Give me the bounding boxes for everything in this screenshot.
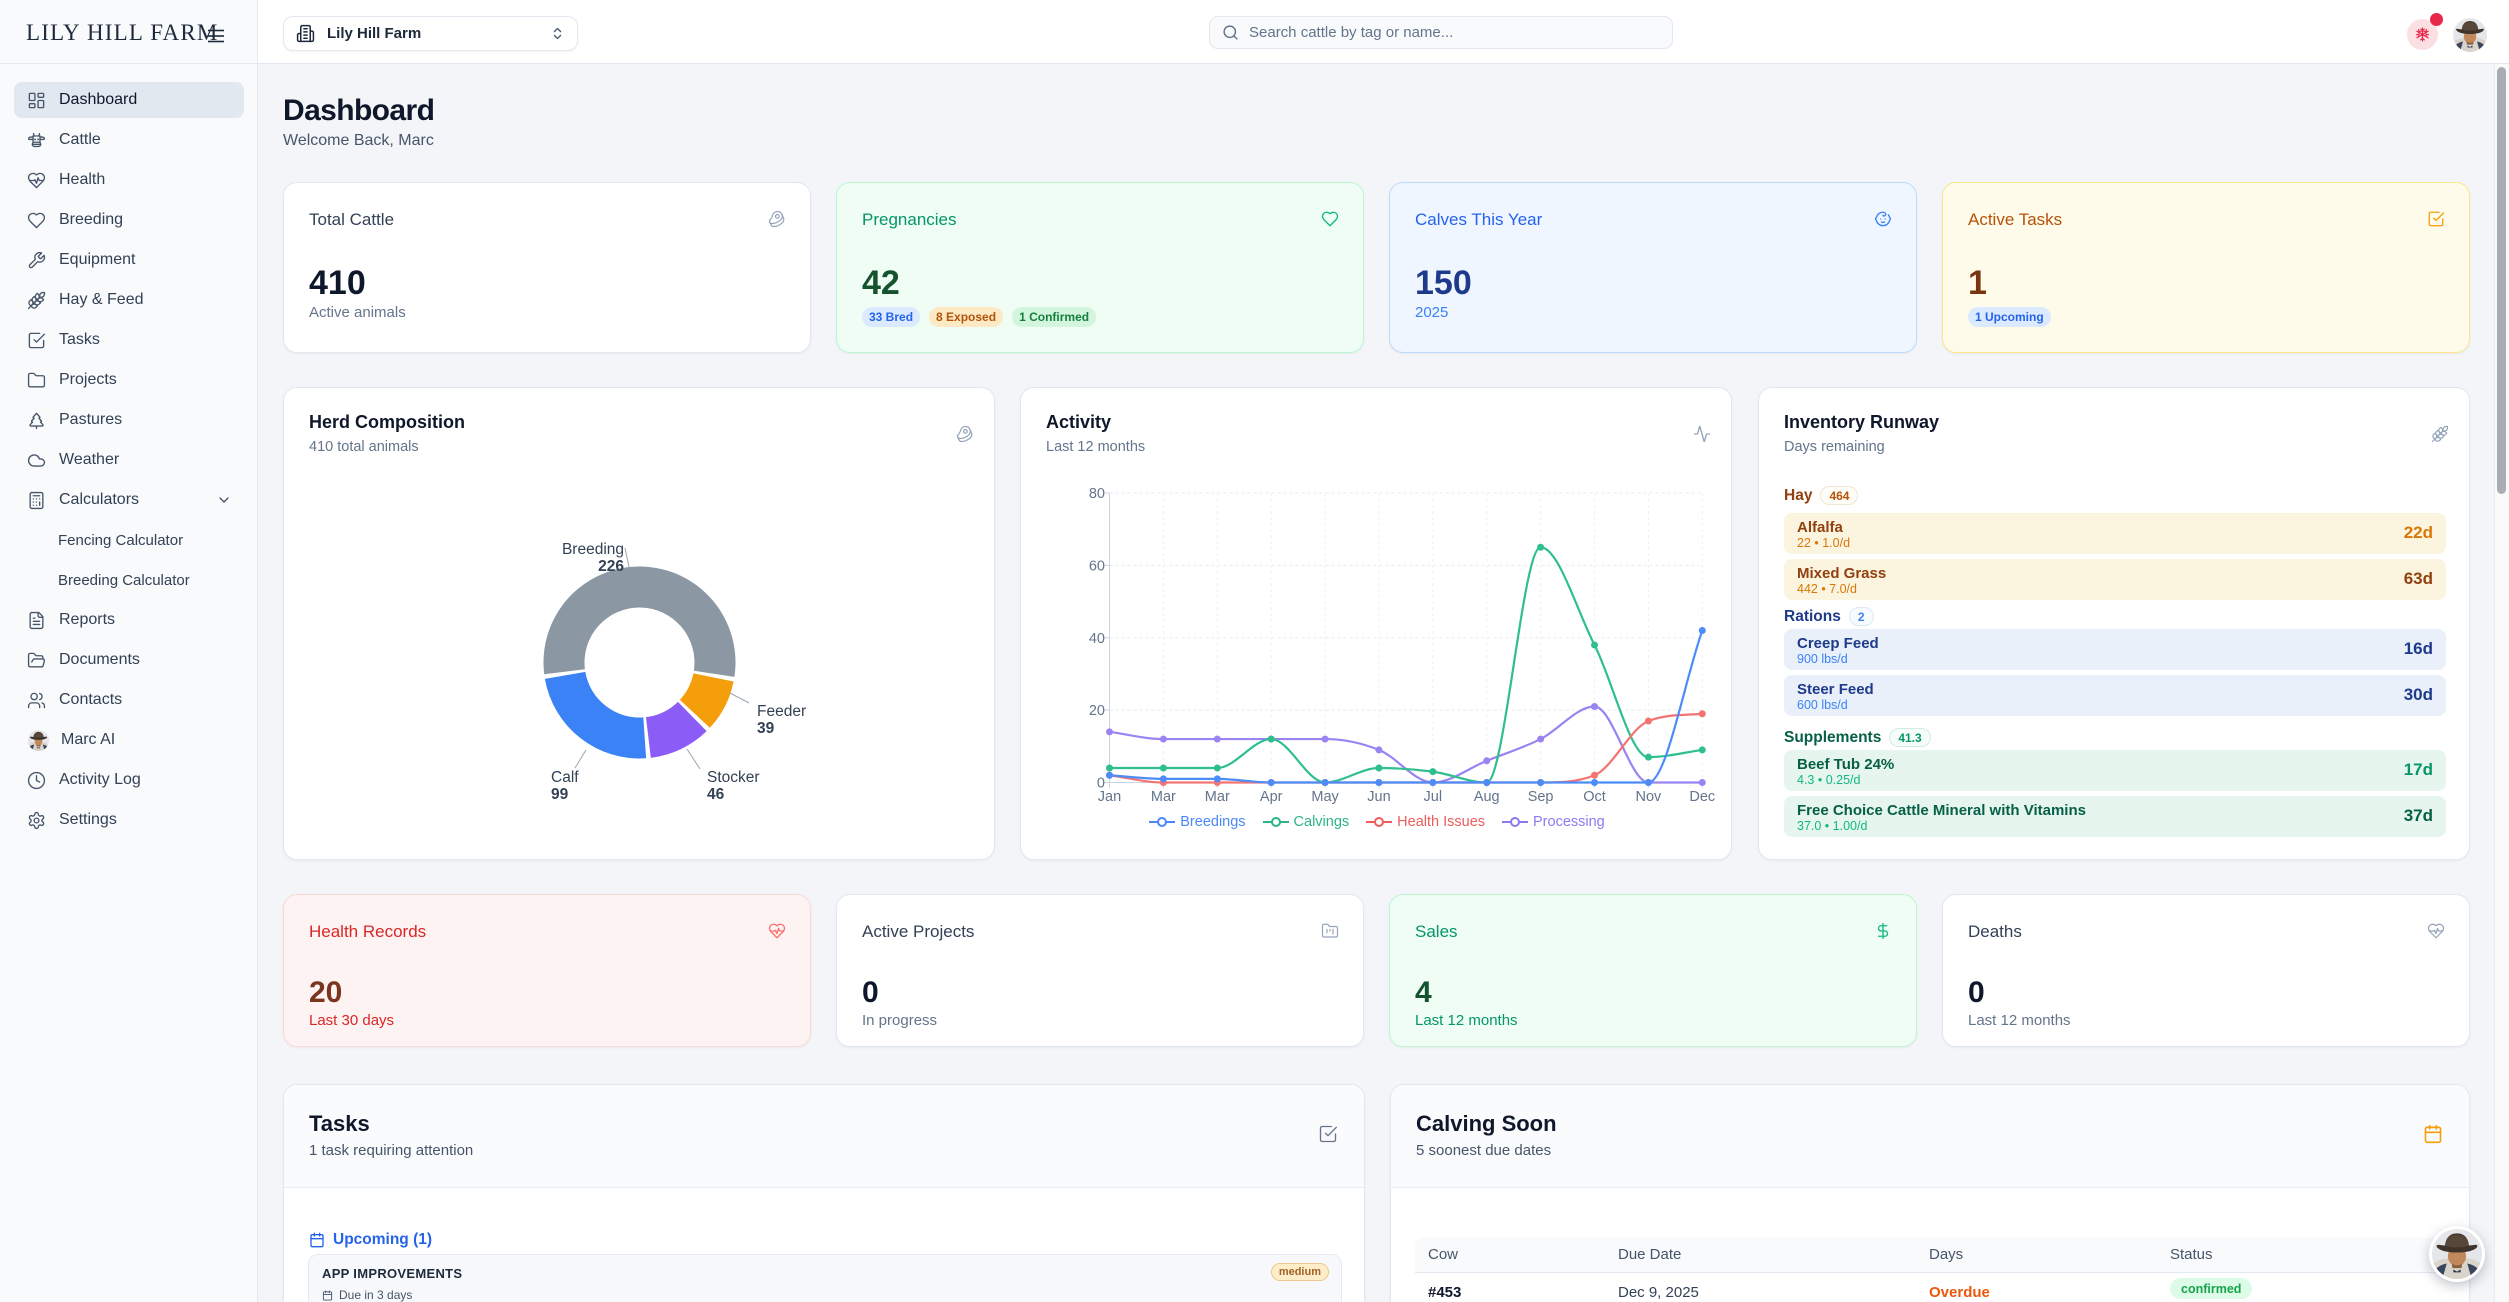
svg-text:Nov: Nov xyxy=(1636,789,1663,805)
svg-text:40: 40 xyxy=(1089,631,1105,647)
svg-text:Aug: Aug xyxy=(1474,789,1500,805)
svg-text:Dec: Dec xyxy=(1689,789,1715,805)
svg-text:20: 20 xyxy=(1089,703,1105,719)
svg-text:Feeder: Feeder xyxy=(757,703,806,720)
svg-text:Sep: Sep xyxy=(1528,789,1554,805)
svg-text:May: May xyxy=(1311,789,1339,805)
svg-text:Mar: Mar xyxy=(1151,789,1176,805)
svg-text:Mar: Mar xyxy=(1205,789,1230,805)
svg-text:226: 226 xyxy=(598,558,624,575)
svg-text:Stocker: Stocker xyxy=(707,769,760,786)
svg-text:Apr: Apr xyxy=(1260,789,1283,805)
svg-text:80: 80 xyxy=(1089,486,1105,502)
svg-text:Calf: Calf xyxy=(551,769,579,786)
svg-text:Oct: Oct xyxy=(1583,789,1606,805)
svg-text:99: 99 xyxy=(551,786,569,803)
svg-text:Breeding: Breeding xyxy=(562,541,624,558)
svg-text:46: 46 xyxy=(707,786,725,803)
svg-text:0: 0 xyxy=(1097,776,1105,792)
svg-text:39: 39 xyxy=(757,720,775,737)
svg-text:Jun: Jun xyxy=(1367,789,1390,805)
svg-text:60: 60 xyxy=(1089,558,1105,574)
svg-text:Jul: Jul xyxy=(1424,789,1443,805)
